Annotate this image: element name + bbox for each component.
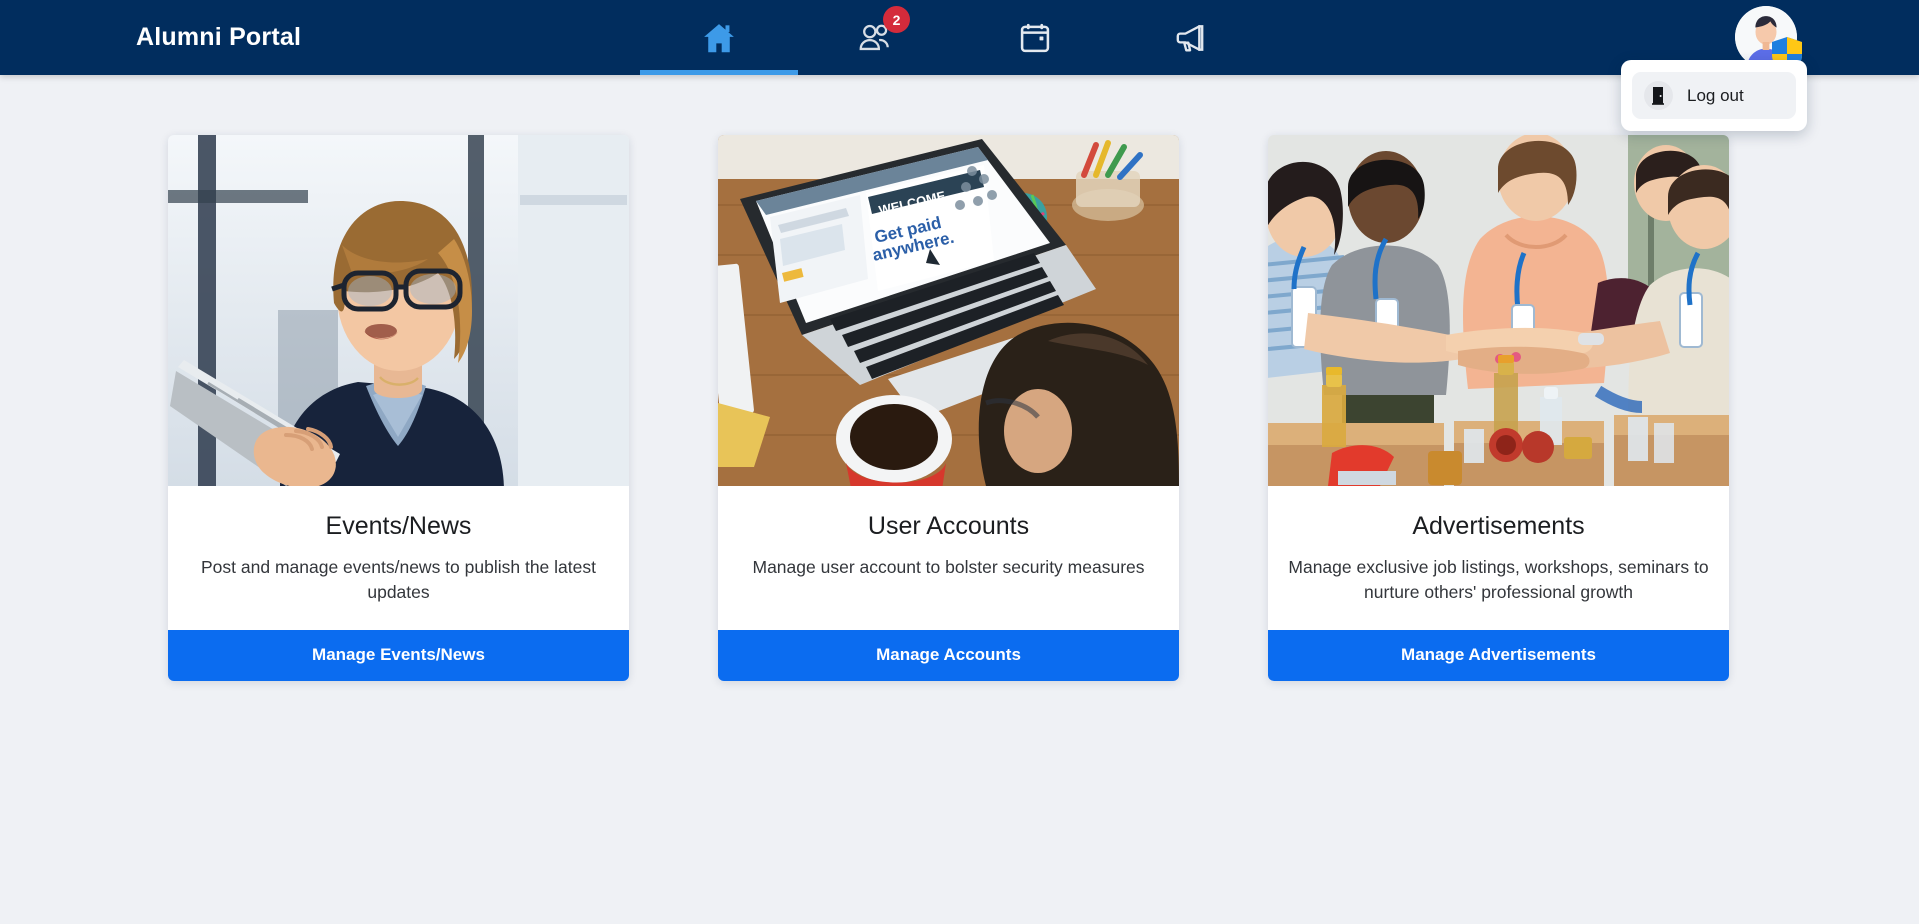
card-body-user-accounts: User Accounts Manage user account to bol… [718,486,1179,630]
logout-label: Log out [1687,85,1744,105]
top-navigation-bar: Alumni Portal 2 Log out [0,0,1919,131]
account-dropdown-menu: Log out [1621,60,1807,131]
nav-item-announcements[interactable] [1114,0,1272,75]
nav-item-users[interactable]: 2 [798,0,956,75]
nav-item-calendar[interactable] [956,0,1114,75]
card-description: Manage exclusive job listings, workshops… [1288,557,1709,603]
megaphone-icon [1174,21,1212,55]
card-body-events-news: Events/News Post and manage events/news … [168,486,629,630]
card-image-events-news [168,135,629,486]
manage-events-news-button[interactable]: Manage Events/News [168,629,629,681]
manage-advertisements-button[interactable]: Manage Advertisements [1268,629,1729,681]
card-title: Advertisements [1412,512,1585,540]
main-content: Events/News Post and manage events/news … [0,75,1919,681]
card-events-news: Events/News Post and manage events/news … [168,135,629,681]
card-title: Events/News [325,512,472,540]
card-advertisements: Advertisements Manage exclusive job list… [1268,135,1729,681]
dashboard-card-grid: Events/News Post and manage events/news … [0,135,1919,681]
card-description: Post and manage events/news to publish t… [201,557,596,603]
nav-item-home[interactable] [640,0,798,75]
door-exit-icon [1644,81,1673,110]
user-avatar-button[interactable] [1735,6,1802,71]
card-image-advertisements [1268,135,1729,486]
logout-menu-item[interactable]: Log out [1632,72,1796,119]
card-body-advertisements: Advertisements Manage exclusive job list… [1268,486,1729,630]
calendar-icon [1017,20,1053,56]
app-title: Alumni Portal [136,23,302,51]
manage-accounts-button[interactable]: Manage Accounts [718,629,1179,681]
users-notification-badge: 2 [883,6,910,33]
card-image-user-accounts: WELCOME Get paid anywhere. [718,135,1179,486]
card-title: User Accounts [867,512,1030,540]
card-user-accounts: WELCOME Get paid anywhere. User Accounts… [718,135,1179,681]
card-description: Manage user account to bolster security … [752,557,1145,577]
active-tab-indicator [640,70,798,75]
primary-nav: 2 [640,0,1272,75]
home-icon [700,19,738,57]
